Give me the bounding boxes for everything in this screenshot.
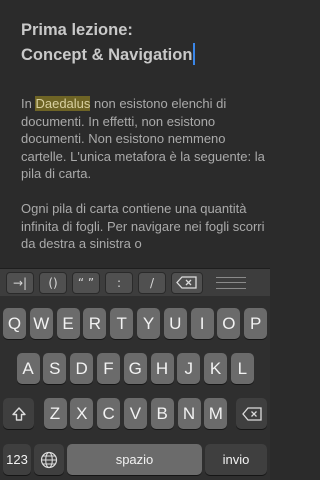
space-key[interactable]: spazio: [67, 444, 202, 475]
document-title[interactable]: Prima lezione: Concept & Navigation: [21, 18, 261, 68]
colon-button[interactable]: :: [105, 271, 133, 294]
key-g[interactable]: G: [123, 353, 147, 384]
key-o-label: O: [222, 313, 236, 333]
key-v[interactable]: V: [123, 398, 147, 429]
key-f-label: F: [103, 358, 114, 378]
key-z-label: Z: [49, 403, 61, 423]
menu-icon[interactable]: [216, 276, 246, 289]
tab-button[interactable]: →|: [6, 271, 34, 294]
key-y-label: Y: [142, 313, 155, 333]
backspace-key[interactable]: [236, 398, 267, 429]
key-c[interactable]: C: [97, 398, 121, 429]
key-u[interactable]: U: [163, 308, 187, 339]
key-b[interactable]: B: [150, 398, 174, 429]
key-h[interactable]: H: [150, 353, 174, 384]
key-x-label: X: [76, 403, 88, 423]
key-e-label: E: [62, 313, 74, 333]
key-e[interactable]: E: [56, 308, 80, 339]
key-n-label: N: [182, 403, 196, 423]
key-h-label: H: [155, 358, 169, 378]
key-t[interactable]: T: [110, 308, 134, 339]
tab-icon: →|: [12, 275, 28, 290]
key-k-label: K: [209, 358, 222, 378]
key-m[interactable]: M: [204, 398, 228, 429]
delete-icon: [176, 276, 197, 289]
key-z[interactable]: Z: [43, 398, 67, 429]
backspace-icon: [241, 406, 262, 421]
key-r[interactable]: R: [83, 308, 107, 339]
delete-word-button[interactable]: [171, 271, 203, 294]
key-g-label: G: [128, 358, 142, 378]
key-b-label: B: [156, 403, 168, 423]
key-u-label: U: [169, 313, 182, 333]
globe-icon: [40, 451, 58, 468]
key-q-label: Q: [7, 313, 22, 333]
key-f[interactable]: F: [96, 353, 120, 384]
key-k[interactable]: K: [204, 353, 228, 384]
key-i-label: I: [199, 313, 205, 333]
key-x[interactable]: X: [70, 398, 94, 429]
return-key[interactable]: invio: [205, 444, 267, 475]
highlighted-word[interactable]: Daedalus: [35, 96, 91, 111]
key-a-label: A: [22, 358, 34, 378]
shift-key[interactable]: [3, 398, 34, 429]
globe-key[interactable]: [34, 444, 64, 475]
text-cursor: [193, 43, 196, 65]
keyboard: Q W E R T Y U I O P A S D F G H J K L Z X C V B N M 123 spazio invio: [0, 296, 270, 480]
key-t-label: T: [116, 313, 127, 333]
return-key-label: invio: [222, 452, 250, 467]
numbers-key[interactable]: 123: [3, 444, 31, 475]
key-i[interactable]: I: [190, 308, 214, 339]
title-line-2: Concept & Navigation: [21, 46, 193, 64]
parentheses-button[interactable]: (): [39, 271, 67, 294]
key-d-label: D: [75, 358, 88, 378]
keyboard-accessory-toolbar: →| () “ ” : /: [0, 268, 270, 296]
key-p-label: P: [250, 313, 262, 333]
key-d[interactable]: D: [70, 353, 94, 384]
key-l[interactable]: L: [230, 353, 254, 384]
document-body[interactable]: In Daedalus non esistono elenchi di docu…: [21, 95, 265, 268]
key-c-label: C: [102, 403, 115, 423]
document-editor[interactable]: Prima lezione: Concept & Navigation In D…: [0, 0, 270, 268]
key-m-label: M: [208, 403, 223, 423]
key-s[interactable]: S: [43, 353, 67, 384]
numbers-key-label: 123: [6, 452, 28, 467]
slash-button[interactable]: /: [138, 271, 166, 294]
key-y[interactable]: Y: [137, 308, 160, 339]
key-v-label: V: [129, 403, 142, 423]
shift-icon: [11, 406, 26, 421]
key-r-label: R: [88, 313, 102, 333]
key-p[interactable]: P: [244, 308, 268, 339]
key-n[interactable]: N: [177, 398, 201, 429]
key-w[interactable]: W: [29, 308, 53, 339]
key-l-label: L: [237, 358, 248, 378]
key-w-label: W: [33, 313, 50, 333]
paragraph-1-prefix: In: [21, 96, 36, 111]
paragraph-1: In Daedalus non esistono elenchi di docu…: [21, 95, 265, 183]
title-line-1: Prima lezione:: [21, 21, 133, 39]
key-o[interactable]: O: [217, 308, 241, 339]
key-q[interactable]: Q: [3, 308, 26, 339]
key-s-label: S: [49, 358, 61, 378]
key-j-label: J: [184, 358, 194, 378]
space-key-label: spazio: [115, 452, 154, 467]
key-a[interactable]: A: [16, 353, 40, 384]
paragraph-2: Ogni pila di carta contiene una quantità…: [21, 200, 265, 252]
key-j[interactable]: J: [177, 353, 201, 384]
quotes-button[interactable]: “ ”: [72, 271, 100, 294]
